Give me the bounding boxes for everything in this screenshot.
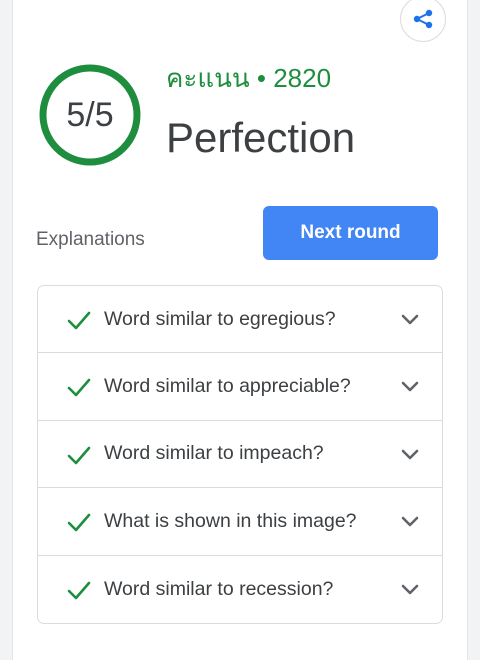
score-value: 5/5 bbox=[66, 95, 114, 134]
share-icon bbox=[413, 9, 433, 29]
question-text: Word similar to recession? bbox=[104, 577, 334, 600]
check-icon bbox=[67, 379, 91, 397]
question-row[interactable]: Word similar to recession? bbox=[38, 556, 442, 623]
chevron-down-icon[interactable] bbox=[399, 445, 421, 465]
question-list: Word similar to egregious? Word similar … bbox=[37, 285, 443, 624]
check-icon bbox=[67, 311, 91, 330]
chevron-down-icon[interactable] bbox=[399, 512, 421, 532]
explanations-label: Explanations bbox=[36, 229, 145, 250]
check-icon bbox=[67, 446, 91, 465]
question-row[interactable]: Word similar to impeach? bbox=[38, 421, 442, 489]
question-text: Word similar to egregious? bbox=[104, 307, 336, 330]
result-title: Perfection bbox=[166, 114, 356, 161]
question-text: Word similar to impeach? bbox=[104, 442, 324, 465]
question-text: What is shown in this image? bbox=[104, 509, 357, 532]
chevron-down-icon[interactable] bbox=[399, 377, 421, 397]
question-text: Word similar to appreciable? bbox=[104, 375, 351, 398]
question-row[interactable]: Word similar to appreciable? bbox=[38, 353, 442, 421]
question-row[interactable]: Word similar to egregious? bbox=[38, 286, 442, 354]
points-label: คะแนน • 2820 bbox=[166, 63, 332, 93]
check-icon bbox=[67, 513, 91, 532]
check-icon bbox=[67, 581, 91, 599]
question-row[interactable]: What is shown in this image? bbox=[38, 488, 442, 556]
chevron-down-icon[interactable] bbox=[399, 310, 421, 330]
chevron-down-icon[interactable] bbox=[399, 580, 421, 600]
next-round-button[interactable]: Next round bbox=[263, 206, 438, 260]
